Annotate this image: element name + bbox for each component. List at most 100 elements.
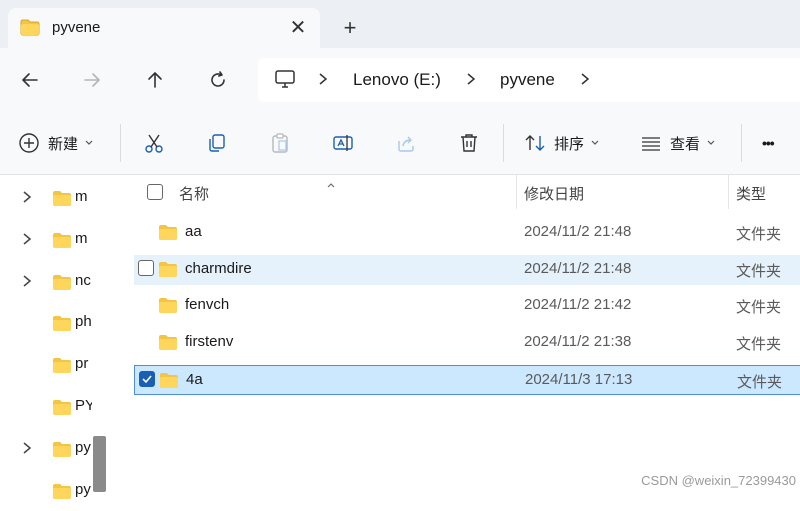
nav-tree-label: pr [75,355,89,373]
rename-icon [333,135,353,151]
chevron-down-icon [707,140,715,145]
file-date: 2024/11/2 21:48 [524,223,632,240]
nav-scrollbar-thumb[interactable] [93,436,106,492]
chevron-right-icon[interactable] [22,441,32,460]
chevron-right-icon[interactable] [22,232,32,251]
trash-icon [461,134,477,152]
file-row[interactable]: aa 2024/11/2 21:48 文件夹 [134,218,800,248]
chevron-right-icon [318,72,328,91]
arrow-left-icon [22,73,38,87]
column-divider[interactable] [516,175,517,209]
column-header-date[interactable]: 修改日期 [524,183,584,204]
nav-tree-item[interactable]: nc [0,262,92,302]
paste-button[interactable] [269,127,291,159]
nav-tree-item[interactable]: ph [0,303,92,343]
file-type: 文件夹 [736,262,782,280]
breadcrumb-drive[interactable]: Lenovo (E:) [353,70,441,90]
nav-tree-label: py [75,480,91,498]
copy-button[interactable] [206,127,228,159]
folder-icon [52,190,72,212]
file-list: 名称 修改日期 类型 aa 2024/11/2 21:48 文件夹 charmdire… [108,175,800,492]
folder-icon [20,19,40,41]
up-button[interactable] [139,64,171,96]
file-row[interactable]: charmdire 2024/11/2 21:48 文件夹 [134,254,800,285]
folder-icon [52,274,72,296]
forward-button[interactable] [76,64,108,96]
nav-tree-item[interactable]: py [0,429,92,469]
nav-tree-label: m [75,188,88,205]
watermark: CSDN @weixin_72399430 [641,473,796,488]
file-date: 2024/11/2 21:42 [524,296,632,314]
folder-icon [52,315,72,337]
nav-tree-label: nc [75,271,91,289]
column-header-type[interactable]: 类型 [736,183,766,204]
file-row[interactable]: firstenv 2024/11/2 21:38 文件夹 [134,328,800,358]
arrow-right-icon [84,73,100,87]
clipboard-icon [272,133,288,153]
cut-button[interactable] [143,127,165,159]
column-divider[interactable] [728,175,729,209]
nav-tree-item[interactable]: pr [0,345,92,385]
rename-button[interactable] [332,127,354,159]
back-button[interactable] [14,64,46,96]
plus-circle-icon [19,133,39,153]
divider [503,124,504,162]
chevron-right-icon[interactable] [22,190,32,209]
folder-icon [52,357,72,379]
column-header-name[interactable]: 名称 [179,183,209,204]
nav-tree-label: py [75,438,91,456]
breadcrumb-pyvene[interactable]: pyvene [500,70,555,90]
file-row[interactable]: 4a 2024/11/3 17:13 文件夹 [134,364,800,395]
nav-tree-label: m [75,229,88,247]
file-type: 文件夹 [737,373,783,391]
folder-icon [158,261,178,283]
file-date: 2024/11/3 17:13 [525,370,633,388]
file-row[interactable]: fenvch 2024/11/2 21:42 文件夹 [134,291,800,321]
folder-icon [159,372,179,394]
row-checkbox[interactable] [139,370,155,387]
file-name: aa [185,223,202,240]
sort-button[interactable]: 排序 [524,127,600,159]
folder-icon [158,334,178,356]
view-label: 查看 [670,135,701,153]
address-bar[interactable]: Lenovo (E:) pyvene [258,58,800,102]
view-button[interactable]: 查看 [640,127,716,159]
nav-tree-item[interactable]: PY [0,387,92,427]
tab-pyvene[interactable]: pyvene ✕ [8,8,320,48]
file-type: 文件夹 [736,226,782,243]
folder-icon [52,483,72,505]
view-list-icon [642,137,660,151]
nav-tree-label: ph [75,313,92,331]
file-name: charmdire [185,259,252,277]
close-tab-button[interactable]: ✕ [284,14,312,42]
row-checkbox[interactable] [138,259,154,276]
file-name: firstenv [185,333,234,351]
share-button[interactable] [395,127,417,159]
new-tab-button[interactable]: + [336,14,364,42]
arrow-up-icon [148,72,162,88]
folder-icon [52,232,72,254]
file-type: 文件夹 [736,299,782,317]
nav-tree-item[interactable]: m [0,178,92,218]
nav-tree-item[interactable]: m [0,220,92,260]
file-name: fenvch [185,296,230,314]
new-button[interactable]: 新建 [18,127,94,159]
file-date: 2024/11/2 21:38 [524,333,632,351]
refresh-icon [211,71,225,87]
chevron-right-icon[interactable] [466,72,476,91]
refresh-button[interactable] [202,64,234,96]
more-options-button[interactable]: ••• [762,127,775,159]
sort-up-icon [326,175,336,193]
nav-tree-item[interactable]: py [0,471,92,511]
folder-icon [52,441,72,463]
chevron-right-icon[interactable] [22,274,32,293]
sort-icon [525,135,545,151]
delete-button[interactable] [458,127,480,159]
select-all-checkbox[interactable] [147,184,163,200]
file-name: 4a [186,370,203,388]
folder-icon [158,224,178,246]
folder-icon [52,399,72,421]
chevron-right-icon[interactable] [580,72,590,91]
chevron-down-icon [85,140,93,145]
nav-tree-label: PY [75,397,92,414]
